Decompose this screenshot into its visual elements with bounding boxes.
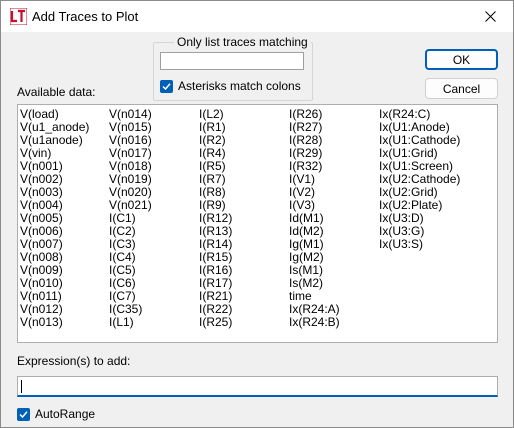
list-item[interactable]: V(n013): [20, 316, 89, 329]
list-column-4: I(R26) I(R27) I(R28) I(R29) I(R32) I(V1) I(V2)…: [289, 108, 340, 329]
list-column-5: Ix(R24:C) Ix(U1:Anode) Ix(U1:Cathode) Ix(U1…: [379, 108, 460, 251]
ok-button[interactable]: OK: [425, 49, 498, 70]
autorange-option[interactable]: AutoRange: [17, 407, 95, 421]
asterisk-match-label: Asterisks match colons: [178, 79, 301, 93]
close-icon: [485, 11, 496, 22]
list-column-1: V(load) V(u1_anode) V(u1anode) V(vin) V(n001…: [20, 108, 89, 329]
title-bar: Add Traces to Plot: [1, 1, 513, 32]
checkmark-icon: [19, 410, 28, 418]
ok-button-label: OK: [452, 52, 471, 67]
cancel-button-label: Cancel: [442, 81, 481, 96]
available-data-list[interactable]: V(load) V(u1_anode) V(u1anode) V(vin) V(n001…: [17, 104, 498, 343]
list-column-3: I(L2) I(R1) I(R2) I(R4) I(R5) I(R7) I(R8) I(R9)…: [199, 108, 232, 329]
filter-group-legend: Only list traces matching: [174, 35, 311, 49]
asterisk-match-checkbox[interactable]: [160, 79, 173, 93]
list-item[interactable]: I(R25): [199, 316, 232, 329]
trace-filter-input[interactable]: [160, 52, 304, 70]
list-column-2: V(n014) V(n015) V(n016) V(n017) V(n018) V(n01…: [109, 108, 152, 329]
available-data-label: Available data:: [17, 85, 96, 99]
list-item[interactable]: Ix(R24:B): [289, 316, 340, 329]
expression-input[interactable]: [17, 376, 498, 397]
checkmark-icon: [162, 82, 171, 90]
autorange-label: AutoRange: [35, 407, 96, 421]
ltspice-app-icon: [10, 8, 27, 25]
close-button[interactable]: [468, 1, 513, 32]
autorange-checkbox[interactable]: [17, 407, 30, 421]
cancel-button[interactable]: Cancel: [425, 78, 498, 99]
text-caret: [21, 380, 22, 393]
list-item[interactable]: Ix(U3:S): [379, 238, 460, 251]
add-traces-dialog: Add Traces to Plot Only list traces matc…: [0, 0, 514, 428]
window-title: Add Traces to Plot: [32, 9, 139, 24]
asterisk-match-option[interactable]: Asterisks match colons: [160, 79, 301, 93]
expression-label: Expression(s) to add:: [17, 354, 131, 368]
list-item[interactable]: I(L1): [109, 316, 152, 329]
